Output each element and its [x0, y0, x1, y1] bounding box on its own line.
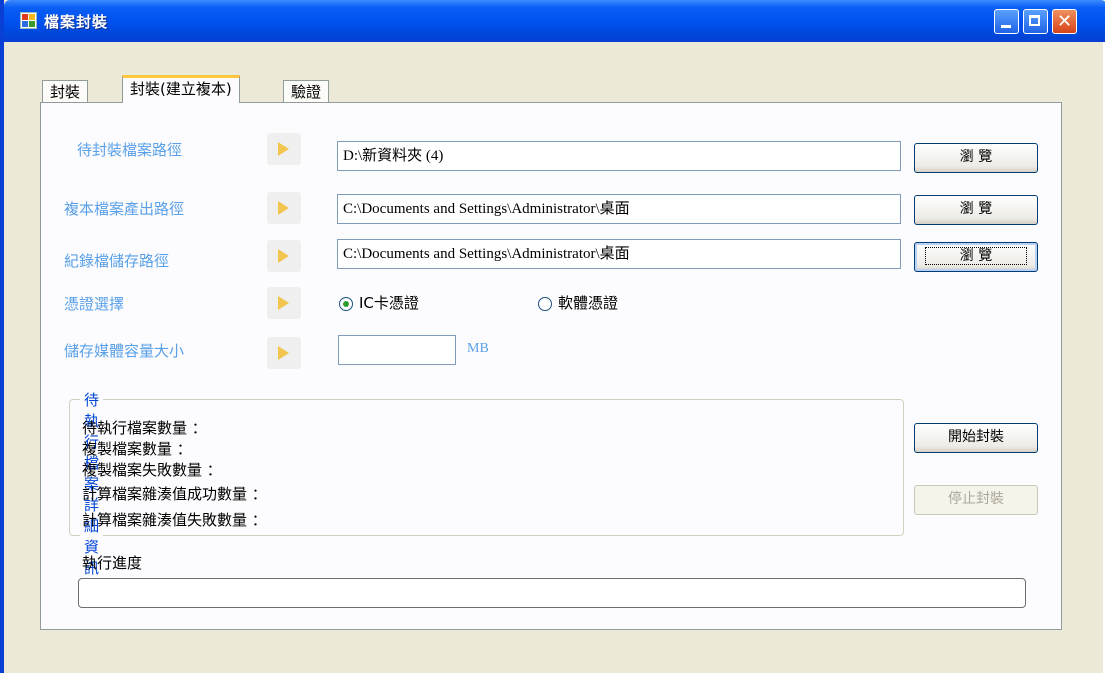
- maximize-button[interactable]: [1023, 9, 1048, 34]
- source-path-label: 待封裝檔案路徑: [77, 141, 183, 159]
- source-path-input[interactable]: D:\新資料夾 (4): [337, 141, 901, 171]
- app-window-icon: [20, 12, 37, 29]
- maximize-icon: [1029, 15, 1040, 26]
- copy-output-path-label: 複本檔案產出路徑: [64, 200, 185, 218]
- software-cert-radio-label[interactable]: 軟體憑證: [558, 292, 618, 313]
- log-path-browse-label: 瀏 覽: [924, 247, 1028, 265]
- source-arrow-icon: [267, 133, 301, 165]
- minimize-button[interactable]: [994, 9, 1019, 34]
- copy-failed-count-label: 複製檔案失敗數量 ：: [82, 461, 222, 479]
- hash-failed-count-label: 計算檔案雜湊值失敗數量 ：: [82, 511, 267, 529]
- close-button[interactable]: ✕: [1052, 9, 1077, 34]
- copy-output-path-input[interactable]: C:\Documents and Settings\Administrator\…: [337, 194, 901, 224]
- stop-package-button[interactable]: 停止封裝: [914, 485, 1038, 515]
- media-size-input[interactable]: [338, 335, 456, 365]
- ic-card-radio-label[interactable]: IC卡憑證: [359, 292, 419, 313]
- hash-success-count-label: 計算檔案雜湊值成功數量 ：: [82, 485, 267, 503]
- app-window: 檔案封裝 ✕ 封裝 封裝(建立複本) 驗證: [0, 0, 1105, 673]
- window-title: 檔案封裝: [44, 13, 109, 31]
- credential-label: 憑證選擇: [64, 295, 125, 313]
- log-path-label: 紀錄檔儲存路徑: [64, 252, 170, 270]
- progress-bar: [78, 578, 1026, 608]
- media-size-label: 儲存媒體容量大小: [64, 342, 185, 360]
- copy-output-browse-button[interactable]: 瀏 覽: [914, 195, 1038, 225]
- tab-package-copy[interactable]: 封裝(建立複本): [122, 75, 240, 103]
- minimize-icon: [1001, 25, 1011, 28]
- media-size-arrow-icon: [267, 337, 301, 369]
- copied-count-label: 複製檔案數量 ：: [82, 440, 192, 458]
- log-path-arrow-icon: [267, 240, 301, 272]
- source-browse-button[interactable]: 瀏 覽: [914, 143, 1038, 173]
- close-icon: ✕: [1056, 11, 1073, 32]
- credential-arrow-icon: [267, 287, 301, 319]
- pending-count-label: 待執行檔案數量 ：: [82, 419, 207, 437]
- tab-verify[interactable]: 驗證: [283, 80, 330, 102]
- log-path-browse-button[interactable]: 瀏 覽: [914, 242, 1038, 272]
- start-package-button[interactable]: 開始封裝: [914, 423, 1038, 453]
- tab-panel: [40, 102, 1062, 630]
- copy-output-arrow-icon: [267, 192, 301, 224]
- software-cert-radio[interactable]: [538, 297, 552, 311]
- title-bar[interactable]: 檔案封裝 ✕: [4, 0, 1105, 42]
- media-size-unit: MB: [467, 341, 489, 356]
- ic-card-radio[interactable]: [339, 297, 353, 311]
- tab-package[interactable]: 封裝: [42, 80, 89, 102]
- progress-label: 執行進度: [82, 554, 143, 572]
- log-path-input[interactable]: C:\Documents and Settings\Administrator\…: [337, 239, 901, 269]
